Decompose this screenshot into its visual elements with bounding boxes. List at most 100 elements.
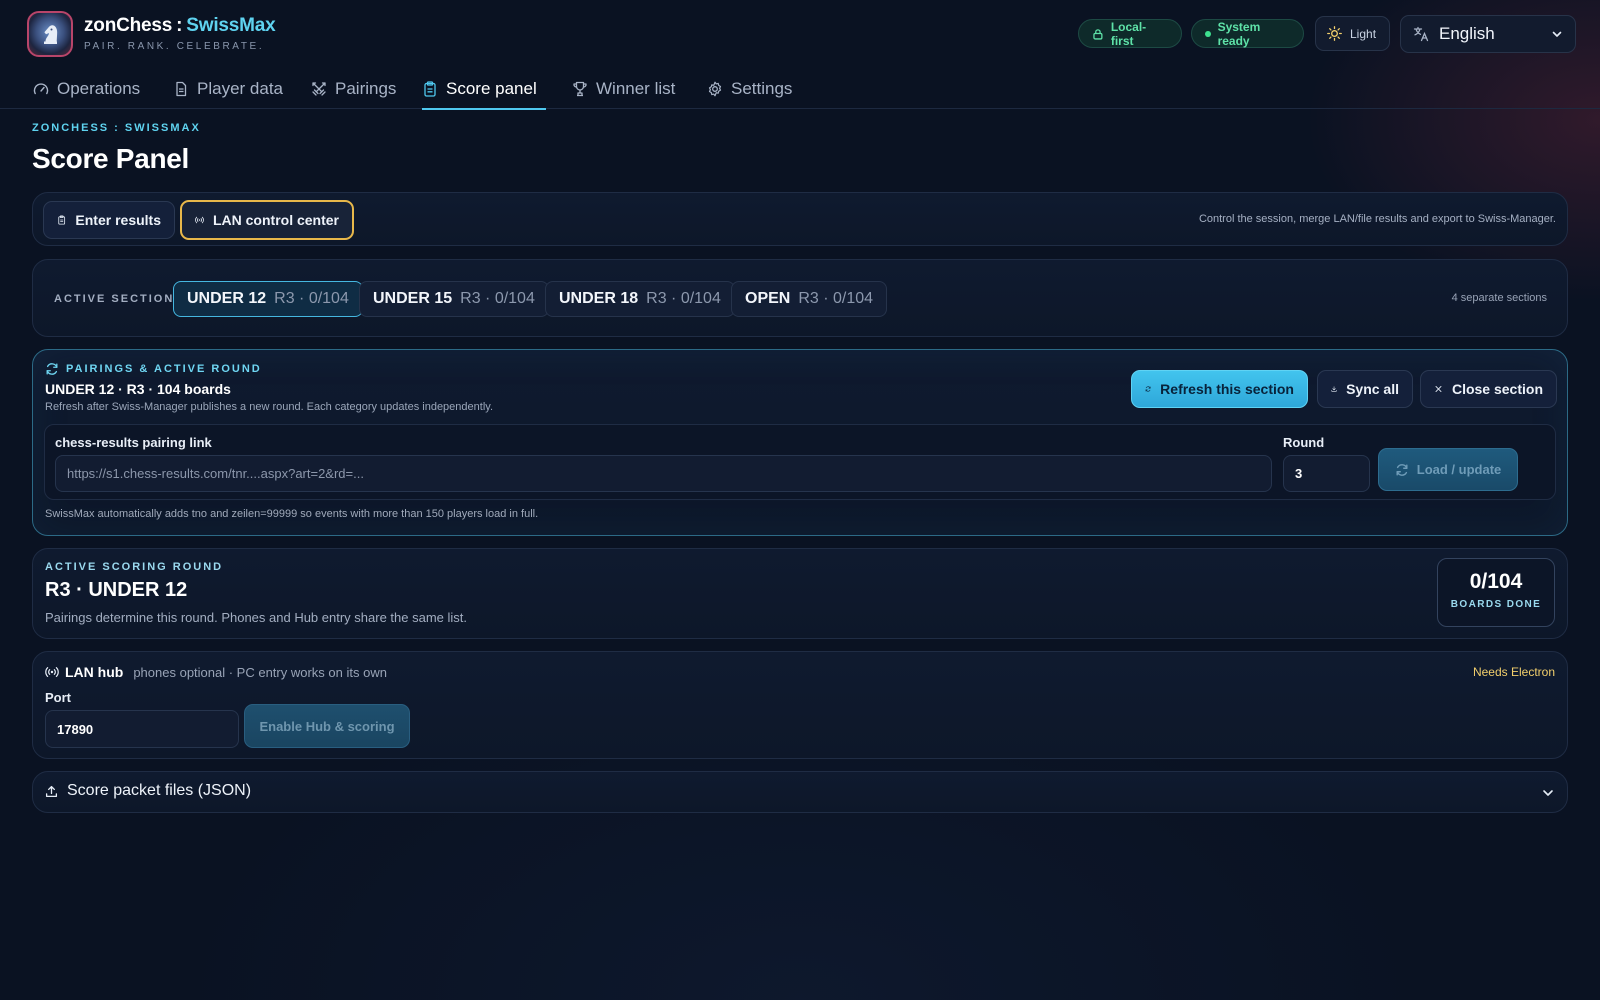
round-input[interactable]: 3 bbox=[1283, 455, 1370, 492]
document-icon bbox=[176, 81, 187, 96]
close-section-label: Close section bbox=[1451, 381, 1543, 397]
load-update-label: Load / update bbox=[1416, 462, 1502, 477]
tab-pairings-label: Pairings bbox=[335, 78, 397, 98]
close-icon bbox=[1435, 386, 1442, 392]
lan-control-center-button[interactable]: LAN control center bbox=[180, 200, 354, 240]
gear-icon bbox=[708, 81, 722, 96]
brand-product: SwissMax bbox=[186, 15, 276, 36]
section-count-text: 4 separate sections bbox=[1451, 292, 1547, 304]
top-bar: zonChess : SwissMax PAIR. RANK. CELEBRAT… bbox=[0, 0, 1600, 68]
system-status-label: System ready bbox=[1217, 19, 1261, 48]
page-title: Score Panel bbox=[32, 143, 190, 174]
section-name: OPEN bbox=[745, 290, 791, 307]
tab-winner-list[interactable]: Winner list bbox=[572, 68, 675, 109]
pairing-link-input[interactable]: https://s1.chess-results.com/tnr....aspx… bbox=[55, 455, 1272, 492]
section-under-18-button[interactable]: UNDER 18 R3 · 0/104 bbox=[545, 281, 735, 317]
trophy-icon bbox=[573, 81, 587, 96]
brand-title: zonChess : SwissMax bbox=[84, 15, 276, 37]
refresh-section-button[interactable]: Refresh this section bbox=[1131, 370, 1308, 408]
port-value: 17890 bbox=[57, 721, 94, 737]
broadcast-icon bbox=[195, 216, 204, 224]
section-meta: R3 · 0/104 bbox=[798, 290, 874, 307]
broadcast-icon bbox=[45, 667, 59, 677]
clipboard-icon bbox=[58, 215, 66, 225]
tab-settings-label: Settings bbox=[731, 78, 793, 98]
app-logo[interactable] bbox=[27, 11, 73, 57]
score-packet-header[interactable]: Score packet files (JSON) bbox=[45, 782, 251, 800]
section-name: UNDER 15 bbox=[373, 290, 453, 307]
enable-hub-button[interactable]: Enable Hub & scoring bbox=[244, 704, 410, 748]
sync-all-label: Sync all bbox=[1346, 381, 1399, 397]
score-packet-card[interactable]: Score packet files (JSON) bbox=[32, 771, 1568, 813]
tab-winner-list-label: Winner list bbox=[596, 78, 676, 98]
boards-done-label: BOARDS DONE bbox=[1450, 599, 1542, 610]
round-value: 3 bbox=[1295, 466, 1303, 481]
boards-done-counter: 0/104 BOARDS DONE bbox=[1437, 558, 1555, 627]
refresh-section-label: Refresh this section bbox=[1160, 381, 1294, 397]
tab-score-panel[interactable]: Score panel bbox=[422, 68, 546, 110]
tab-settings[interactable]: Settings bbox=[707, 68, 792, 109]
score-packet-title: Score packet files (JSON) bbox=[67, 782, 252, 799]
tab-score-panel-label: Score panel bbox=[446, 78, 537, 98]
brand: zonChess : SwissMax PAIR. RANK. CELEBRAT… bbox=[84, 15, 276, 52]
pairings-subtitle: Refresh after Swiss-Manager publishes a … bbox=[45, 401, 494, 413]
section-under-12-button[interactable]: UNDER 12 R3 · 0/104 bbox=[173, 281, 363, 317]
section-under-15-button[interactable]: UNDER 15 R3 · 0/104 bbox=[359, 281, 549, 317]
pairing-link-form: chess-results pairing link https://s1.ch… bbox=[44, 424, 1556, 500]
system-status-badge: System ready bbox=[1191, 19, 1304, 48]
language-select[interactable]: English bbox=[1400, 15, 1576, 53]
theme-toggle-button[interactable]: Light bbox=[1315, 16, 1390, 51]
chevron-down-icon[interactable] bbox=[1541, 786, 1555, 800]
enter-results-label: Enter results bbox=[75, 212, 161, 228]
enter-results-button[interactable]: Enter results bbox=[43, 201, 175, 239]
tab-player-data-label: Player data bbox=[197, 78, 283, 98]
translate-icon bbox=[1413, 26, 1429, 42]
needs-electron-note: Needs Electron bbox=[1472, 665, 1555, 679]
lan-hub-card: LAN hub phones optional · PC entry works… bbox=[32, 651, 1568, 759]
section-name: UNDER 12 bbox=[187, 290, 267, 307]
theme-label: Light bbox=[1350, 26, 1377, 41]
section-meta: R3 · 0/104 bbox=[460, 290, 535, 307]
pairings-title: UNDER 12 · R3 · 104 boards bbox=[45, 381, 231, 397]
refresh-icon bbox=[46, 363, 58, 375]
lan-control-center-label: LAN control center bbox=[212, 212, 339, 228]
local-first-badge: Local-first bbox=[1078, 19, 1182, 48]
swords-icon bbox=[312, 81, 326, 96]
brand-tagline: PAIR. RANK. CELEBRATE. bbox=[84, 41, 265, 52]
sync-all-button[interactable]: Sync all bbox=[1317, 370, 1413, 408]
language-value: English bbox=[1439, 24, 1495, 43]
close-section-button[interactable]: Close section bbox=[1420, 370, 1557, 408]
lan-hub-header: LAN hub phones optional · PC entry works… bbox=[45, 664, 387, 680]
tab-operations-label: Operations bbox=[57, 78, 141, 98]
tab-player-data[interactable]: Player data bbox=[173, 68, 283, 109]
refresh-icon bbox=[1145, 386, 1151, 392]
active-section-label: ACTIVE SECTION bbox=[54, 293, 175, 305]
active-round-title: R3 · UNDER 12 bbox=[45, 579, 188, 601]
pairing-link-placeholder: https://s1.chess-results.com/tnr....aspx… bbox=[67, 466, 364, 481]
status-dot-icon bbox=[1205, 30, 1211, 37]
section-selector-card: ACTIVE SECTION UNDER 12 R3 · 0/104 UNDER… bbox=[32, 259, 1568, 337]
pairing-link-label: chess-results pairing link bbox=[55, 435, 212, 450]
lan-hub-title: LAN hub bbox=[65, 664, 124, 680]
lan-hub-subtitle: phones optional · PC entry works on its … bbox=[133, 664, 387, 680]
tab-operations[interactable]: Operations bbox=[33, 68, 140, 109]
boards-done-value: 0/104 bbox=[1469, 570, 1523, 593]
round-label: Round bbox=[1283, 435, 1325, 450]
load-update-button[interactable]: Load / update bbox=[1378, 448, 1518, 491]
download-icon bbox=[1331, 386, 1337, 392]
upload-icon bbox=[45, 785, 58, 797]
pairings-note: SwissMax automatically adds tno and zeil… bbox=[45, 508, 539, 520]
section-open-button[interactable]: OPEN R3 · 0/104 bbox=[731, 281, 888, 317]
mode-tabs-card: Enter results LAN control center Control… bbox=[32, 192, 1568, 246]
page-eyebrow: ZONCHESS : SWISSMAX bbox=[32, 122, 201, 134]
active-round-card: ACTIVE SCORING ROUND R3 · UNDER 12 Pairi… bbox=[32, 548, 1568, 639]
tab-pairings[interactable]: Pairings bbox=[311, 68, 396, 109]
brand-name: zonChess bbox=[84, 15, 173, 36]
active-round-subtitle: Pairings determine this round. Phones an… bbox=[45, 610, 468, 625]
chess-knight-icon bbox=[44, 25, 58, 44]
port-input[interactable]: 17890 bbox=[45, 710, 239, 748]
enable-hub-label: Enable Hub & scoring bbox=[259, 718, 395, 734]
local-first-label: Local-first bbox=[1110, 19, 1147, 48]
active-round-eyebrow: ACTIVE SCORING ROUND bbox=[45, 561, 224, 573]
section-meta: R3 · 0/104 bbox=[646, 290, 721, 307]
